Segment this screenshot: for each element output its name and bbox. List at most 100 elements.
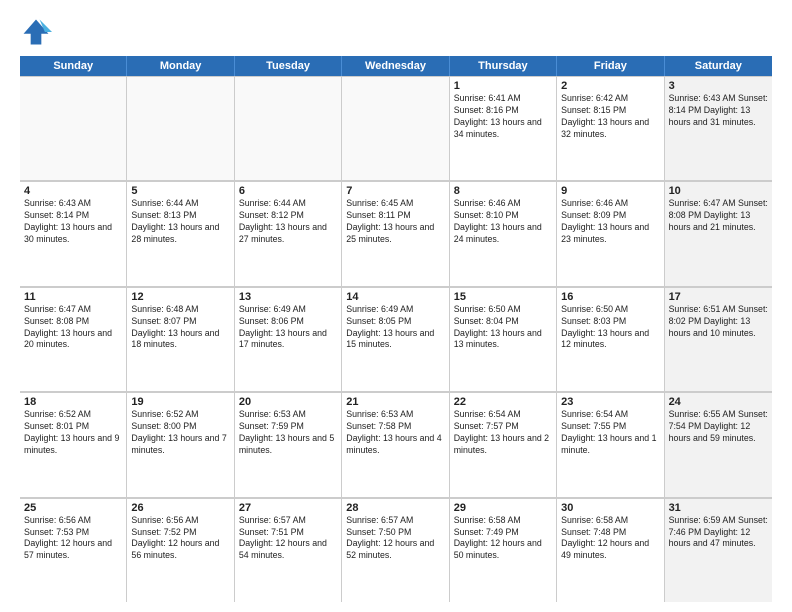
day-info: Sunrise: 6:44 AM Sunset: 8:12 PM Dayligh…: [239, 198, 337, 246]
day-header-monday: Monday: [127, 56, 234, 76]
day-info: Sunrise: 6:55 AM Sunset: 7:54 PM Dayligh…: [669, 409, 768, 445]
calendar-body: 1Sunrise: 6:41 AM Sunset: 8:16 PM Daylig…: [20, 76, 772, 602]
day-number: 1: [454, 80, 552, 92]
day-cell-12: 12Sunrise: 6:48 AM Sunset: 8:07 PM Dayli…: [127, 287, 234, 391]
day-cell-9: 9Sunrise: 6:46 AM Sunset: 8:09 PM Daylig…: [557, 181, 664, 285]
calendar: SundayMondayTuesdayWednesdayThursdayFrid…: [20, 56, 772, 602]
day-cell-empty: [20, 76, 127, 180]
day-cell-18: 18Sunrise: 6:52 AM Sunset: 8:01 PM Dayli…: [20, 392, 127, 496]
day-header-thursday: Thursday: [450, 56, 557, 76]
day-cell-13: 13Sunrise: 6:49 AM Sunset: 8:06 PM Dayli…: [235, 287, 342, 391]
day-info: Sunrise: 6:56 AM Sunset: 7:53 PM Dayligh…: [24, 515, 122, 563]
day-cell-16: 16Sunrise: 6:50 AM Sunset: 8:03 PM Dayli…: [557, 287, 664, 391]
day-number: 9: [561, 185, 659, 197]
day-cell-5: 5Sunrise: 6:44 AM Sunset: 8:13 PM Daylig…: [127, 181, 234, 285]
day-number: 28: [346, 502, 444, 514]
day-number: 31: [669, 502, 768, 514]
day-number: 30: [561, 502, 659, 514]
day-cell-22: 22Sunrise: 6:54 AM Sunset: 7:57 PM Dayli…: [450, 392, 557, 496]
day-info: Sunrise: 6:53 AM Sunset: 7:59 PM Dayligh…: [239, 409, 337, 457]
day-cell-26: 26Sunrise: 6:56 AM Sunset: 7:52 PM Dayli…: [127, 498, 234, 602]
day-number: 14: [346, 291, 444, 303]
day-number: 25: [24, 502, 122, 514]
day-info: Sunrise: 6:41 AM Sunset: 8:16 PM Dayligh…: [454, 93, 552, 141]
day-cell-7: 7Sunrise: 6:45 AM Sunset: 8:11 PM Daylig…: [342, 181, 449, 285]
day-info: Sunrise: 6:58 AM Sunset: 7:49 PM Dayligh…: [454, 515, 552, 563]
day-info: Sunrise: 6:54 AM Sunset: 7:57 PM Dayligh…: [454, 409, 552, 457]
day-cell-2: 2Sunrise: 6:42 AM Sunset: 8:15 PM Daylig…: [557, 76, 664, 180]
day-info: Sunrise: 6:56 AM Sunset: 7:52 PM Dayligh…: [131, 515, 229, 563]
day-number: 3: [669, 80, 768, 92]
day-header-wednesday: Wednesday: [342, 56, 449, 76]
calendar-week-5: 25Sunrise: 6:56 AM Sunset: 7:53 PM Dayli…: [20, 498, 772, 602]
day-info: Sunrise: 6:43 AM Sunset: 8:14 PM Dayligh…: [669, 93, 768, 129]
day-info: Sunrise: 6:49 AM Sunset: 8:05 PM Dayligh…: [346, 304, 444, 352]
day-cell-24: 24Sunrise: 6:55 AM Sunset: 7:54 PM Dayli…: [665, 392, 772, 496]
day-number: 16: [561, 291, 659, 303]
day-cell-3: 3Sunrise: 6:43 AM Sunset: 8:14 PM Daylig…: [665, 76, 772, 180]
day-info: Sunrise: 6:52 AM Sunset: 8:01 PM Dayligh…: [24, 409, 122, 457]
day-cell-20: 20Sunrise: 6:53 AM Sunset: 7:59 PM Dayli…: [235, 392, 342, 496]
day-cell-4: 4Sunrise: 6:43 AM Sunset: 8:14 PM Daylig…: [20, 181, 127, 285]
day-number: 24: [669, 396, 768, 408]
day-info: Sunrise: 6:52 AM Sunset: 8:00 PM Dayligh…: [131, 409, 229, 457]
day-number: 12: [131, 291, 229, 303]
day-info: Sunrise: 6:48 AM Sunset: 8:07 PM Dayligh…: [131, 304, 229, 352]
day-cell-30: 30Sunrise: 6:58 AM Sunset: 7:48 PM Dayli…: [557, 498, 664, 602]
day-info: Sunrise: 6:54 AM Sunset: 7:55 PM Dayligh…: [561, 409, 659, 457]
day-header-sunday: Sunday: [20, 56, 127, 76]
day-info: Sunrise: 6:59 AM Sunset: 7:46 PM Dayligh…: [669, 515, 768, 551]
day-number: 23: [561, 396, 659, 408]
day-number: 7: [346, 185, 444, 197]
day-info: Sunrise: 6:51 AM Sunset: 8:02 PM Dayligh…: [669, 304, 768, 340]
day-info: Sunrise: 6:43 AM Sunset: 8:14 PM Dayligh…: [24, 198, 122, 246]
day-number: 10: [669, 185, 768, 197]
day-cell-25: 25Sunrise: 6:56 AM Sunset: 7:53 PM Dayli…: [20, 498, 127, 602]
day-number: 26: [131, 502, 229, 514]
calendar-week-2: 4Sunrise: 6:43 AM Sunset: 8:14 PM Daylig…: [20, 181, 772, 286]
day-number: 20: [239, 396, 337, 408]
calendar-week-3: 11Sunrise: 6:47 AM Sunset: 8:08 PM Dayli…: [20, 287, 772, 392]
day-info: Sunrise: 6:50 AM Sunset: 8:04 PM Dayligh…: [454, 304, 552, 352]
day-number: 8: [454, 185, 552, 197]
day-cell-19: 19Sunrise: 6:52 AM Sunset: 8:00 PM Dayli…: [127, 392, 234, 496]
day-cell-10: 10Sunrise: 6:47 AM Sunset: 8:08 PM Dayli…: [665, 181, 772, 285]
calendar-header: SundayMondayTuesdayWednesdayThursdayFrid…: [20, 56, 772, 76]
day-cell-31: 31Sunrise: 6:59 AM Sunset: 7:46 PM Dayli…: [665, 498, 772, 602]
day-info: Sunrise: 6:45 AM Sunset: 8:11 PM Dayligh…: [346, 198, 444, 246]
day-cell-1: 1Sunrise: 6:41 AM Sunset: 8:16 PM Daylig…: [450, 76, 557, 180]
day-info: Sunrise: 6:46 AM Sunset: 8:09 PM Dayligh…: [561, 198, 659, 246]
logo: [20, 16, 56, 48]
day-info: Sunrise: 6:49 AM Sunset: 8:06 PM Dayligh…: [239, 304, 337, 352]
day-cell-28: 28Sunrise: 6:57 AM Sunset: 7:50 PM Dayli…: [342, 498, 449, 602]
day-cell-6: 6Sunrise: 6:44 AM Sunset: 8:12 PM Daylig…: [235, 181, 342, 285]
page: SundayMondayTuesdayWednesdayThursdayFrid…: [0, 0, 792, 612]
day-number: 5: [131, 185, 229, 197]
calendar-week-1: 1Sunrise: 6:41 AM Sunset: 8:16 PM Daylig…: [20, 76, 772, 181]
day-info: Sunrise: 6:44 AM Sunset: 8:13 PM Dayligh…: [131, 198, 229, 246]
day-number: 21: [346, 396, 444, 408]
day-info: Sunrise: 6:46 AM Sunset: 8:10 PM Dayligh…: [454, 198, 552, 246]
day-cell-15: 15Sunrise: 6:50 AM Sunset: 8:04 PM Dayli…: [450, 287, 557, 391]
day-number: 13: [239, 291, 337, 303]
day-header-friday: Friday: [557, 56, 664, 76]
day-cell-empty: [342, 76, 449, 180]
day-number: 17: [669, 291, 768, 303]
day-cell-23: 23Sunrise: 6:54 AM Sunset: 7:55 PM Dayli…: [557, 392, 664, 496]
day-number: 18: [24, 396, 122, 408]
calendar-week-4: 18Sunrise: 6:52 AM Sunset: 8:01 PM Dayli…: [20, 392, 772, 497]
day-number: 22: [454, 396, 552, 408]
header: [20, 16, 772, 48]
day-cell-empty: [127, 76, 234, 180]
day-cell-8: 8Sunrise: 6:46 AM Sunset: 8:10 PM Daylig…: [450, 181, 557, 285]
day-header-tuesday: Tuesday: [235, 56, 342, 76]
day-number: 19: [131, 396, 229, 408]
day-cell-empty: [235, 76, 342, 180]
day-info: Sunrise: 6:57 AM Sunset: 7:51 PM Dayligh…: [239, 515, 337, 563]
day-header-saturday: Saturday: [665, 56, 772, 76]
day-cell-21: 21Sunrise: 6:53 AM Sunset: 7:58 PM Dayli…: [342, 392, 449, 496]
logo-icon: [20, 16, 52, 48]
day-number: 15: [454, 291, 552, 303]
day-info: Sunrise: 6:47 AM Sunset: 8:08 PM Dayligh…: [669, 198, 768, 234]
day-info: Sunrise: 6:50 AM Sunset: 8:03 PM Dayligh…: [561, 304, 659, 352]
